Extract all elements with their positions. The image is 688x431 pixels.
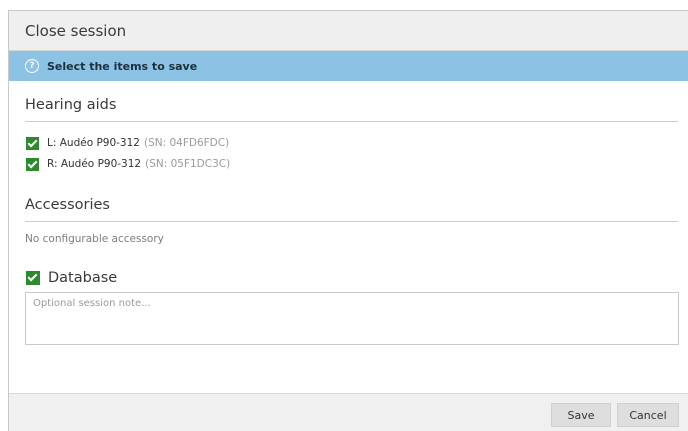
info-banner: ? Select the items to save (9, 51, 688, 81)
hearing-aid-left-row[interactable]: L: Audéo P90-312 (SN: 04FD6FDC) (26, 135, 229, 151)
dialog-footer: Save Cancel (9, 393, 688, 431)
dialog-title: Close session (25, 21, 127, 40)
hearing-aids-divider (25, 121, 678, 122)
hearing-aid-left-serial: (SN: 04FD6FDC) (143, 137, 230, 149)
no-accessory-text: No configurable accessory (25, 233, 164, 245)
hearing-aid-right-row[interactable]: R: Audéo P90-312 (SN: 05F1DC3C) (26, 156, 230, 172)
database-label: Database (48, 270, 118, 286)
save-button[interactable]: Save (551, 403, 611, 427)
session-note-field[interactable] (25, 292, 679, 345)
database-row[interactable]: Database (26, 270, 117, 286)
hearing-aid-right-serial: (SN: 05F1DC3C) (145, 158, 231, 170)
dialog-title-bar: Close session (9, 11, 688, 51)
info-banner-text: Select the items to save (47, 59, 198, 73)
hearing-aid-left-label: L: Audéo P90-312 (47, 137, 140, 149)
hearing-aids-heading: Hearing aids (25, 97, 117, 113)
accessories-heading: Accessories (25, 197, 110, 213)
close-session-dialog: Close session ? Select the items to save… (8, 10, 688, 431)
accessories-divider (25, 221, 678, 222)
session-note-input[interactable] (33, 298, 671, 339)
database-checkbox[interactable] (26, 271, 40, 285)
hearing-aid-right-label: R: Audéo P90-312 (47, 158, 142, 170)
cancel-button[interactable]: Cancel (617, 403, 679, 427)
question-circle-icon: ? (25, 59, 39, 73)
hearing-aid-left-checkbox[interactable] (26, 136, 39, 150)
hearing-aid-right-checkbox[interactable] (26, 157, 39, 171)
